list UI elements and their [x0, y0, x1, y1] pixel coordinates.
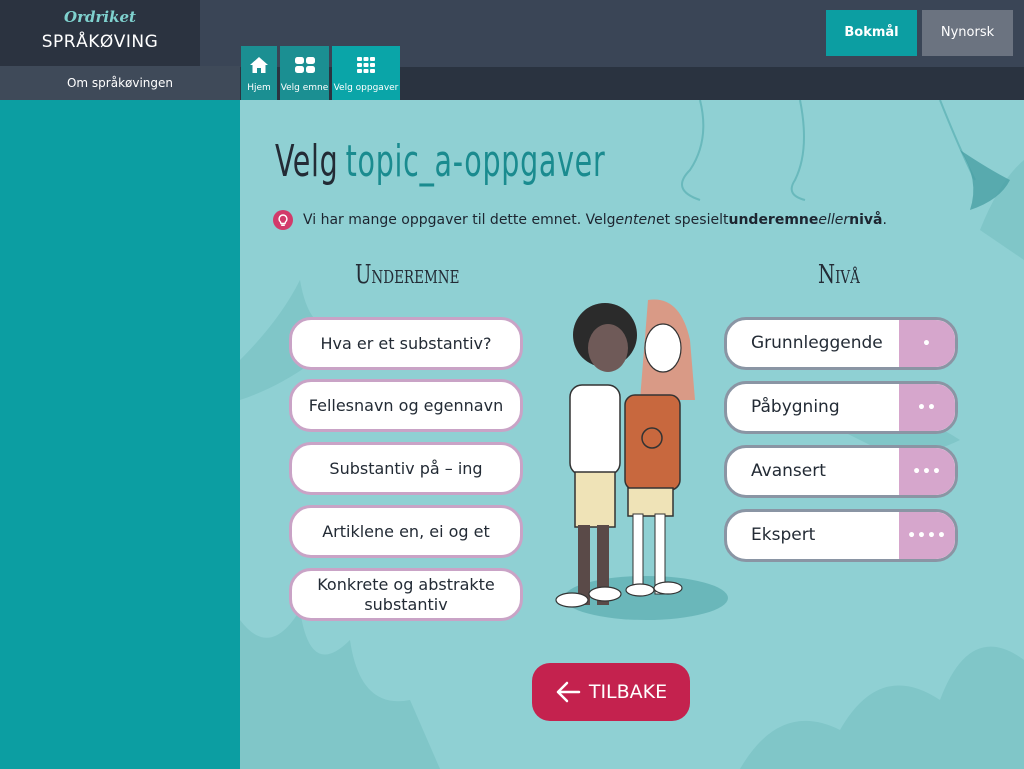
hint-part-2: et spesielt — [655, 212, 729, 228]
level-dots: •••• — [899, 512, 955, 559]
level-button-advanced[interactable]: Avansert ••• — [724, 445, 958, 498]
subtopic-button[interactable]: Artiklene en, ei og et — [289, 505, 523, 558]
grid-4-icon — [294, 57, 315, 73]
tab-choose-tasks[interactable]: Velg oppgaver — [332, 46, 400, 100]
hint-part-1: Vi har mange oppgaver til dette emnet. V… — [303, 212, 616, 228]
level-label: Ekspert — [751, 525, 816, 545]
subtopic-button[interactable]: Substantiv på – ing — [289, 442, 523, 495]
bokmal-button[interactable]: Bokmål — [826, 10, 917, 56]
kids-illustration — [555, 299, 695, 608]
subtopic-button[interactable]: Konkrete og abstrakte substantiv — [289, 568, 523, 621]
tab-choose-topic[interactable]: Velg emne — [280, 46, 329, 100]
level-label: Påbygning — [751, 397, 840, 417]
logo-wordmark: Ordriket — [64, 8, 136, 26]
level-dots: • — [899, 320, 955, 367]
level-heading: Nivå — [818, 260, 860, 290]
subtopic-button[interactable]: Hva er et substantiv? — [289, 317, 523, 370]
hint-em-2: eller — [818, 212, 850, 228]
about-link[interactable]: Om språkøvingen — [0, 66, 240, 100]
top-bar-spacer — [200, 0, 240, 66]
hint-strong-1: underemne — [728, 212, 819, 228]
subtopic-heading: Underemne — [355, 260, 460, 290]
app-title: SPRÅKØVING — [41, 32, 159, 52]
level-label: Grunnleggende — [751, 333, 883, 353]
page-title-prefix: Velg — [275, 136, 339, 187]
hint-strong-2: nivå — [849, 212, 883, 228]
back-button-label: TILBAKE — [588, 681, 668, 703]
hint-em-1: enten — [615, 212, 656, 228]
level-button-expert[interactable]: Ekspert •••• — [724, 509, 958, 562]
level-button-extension[interactable]: Påbygning •• — [724, 381, 958, 434]
lightbulb-icon — [273, 210, 293, 230]
home-icon — [250, 57, 268, 73]
level-dots: ••• — [899, 448, 955, 495]
tab-home[interactable]: Hjem — [241, 46, 277, 100]
page-title-topic: topic_a-oppgaver — [345, 136, 606, 187]
tab-home-label: Hjem — [247, 83, 271, 93]
level-button-basic[interactable]: Grunnleggende • — [724, 317, 958, 370]
main-content: Velg topic_a-oppgaver Vi har mange oppgav… — [240, 100, 1024, 769]
subtopic-button[interactable]: Fellesnavn og egennavn — [289, 379, 523, 432]
level-label: Avansert — [751, 461, 826, 481]
hint-part-5: . — [882, 212, 887, 228]
nynorsk-button[interactable]: Nynorsk — [922, 10, 1013, 56]
page-title: Velg topic_a-oppgaver — [275, 136, 605, 187]
back-button[interactable]: TILBAKE — [532, 663, 690, 721]
tab-choose-tasks-label: Velg oppgaver — [333, 83, 399, 93]
grid-9-icon — [357, 57, 375, 73]
sidebar — [0, 0, 240, 769]
arrow-left-icon — [556, 681, 581, 703]
hint-text: Vi har mange oppgaver til dette emnet. V… — [273, 210, 887, 230]
tab-choose-topic-label: Velg emne — [280, 83, 329, 93]
level-dots: •• — [899, 384, 955, 431]
